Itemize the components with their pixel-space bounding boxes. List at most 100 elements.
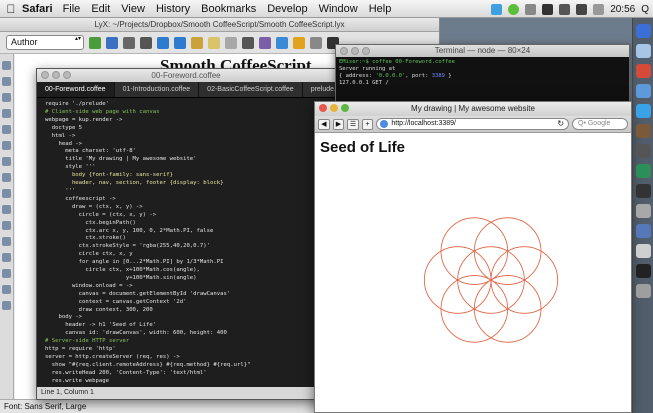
dock-app-icon[interactable] bbox=[636, 124, 651, 138]
sidebar-tool-icon[interactable] bbox=[2, 189, 11, 198]
minimize-icon[interactable] bbox=[52, 71, 60, 79]
dock-app-icon[interactable] bbox=[636, 264, 651, 278]
dock-app-icon[interactable] bbox=[636, 184, 651, 198]
find-icon[interactable] bbox=[242, 36, 254, 49]
close-icon[interactable] bbox=[41, 71, 49, 79]
menu-edit[interactable]: Edit bbox=[91, 3, 110, 15]
zoom-icon[interactable] bbox=[63, 71, 71, 79]
menu-app-name[interactable]: Safari bbox=[22, 3, 53, 15]
lyx-titlebar[interactable]: LyX: ~/Projects/Dropbox/Smooth CoffeeScr… bbox=[0, 18, 439, 32]
sidebar-tool-icon[interactable] bbox=[2, 77, 11, 86]
close-icon[interactable] bbox=[319, 104, 327, 112]
code-line: canvas id: 'drawCanvas', width: 600, hei… bbox=[45, 330, 227, 337]
open-folder-icon[interactable] bbox=[106, 36, 118, 49]
volume-icon[interactable] bbox=[576, 3, 588, 15]
dock-app-icon[interactable] bbox=[636, 44, 651, 58]
sidebar-tool-icon[interactable] bbox=[2, 285, 11, 294]
sidebar-tool-icon[interactable] bbox=[2, 93, 11, 102]
code-line: header -> h1 'Seed of Life' bbox=[45, 322, 157, 329]
search-input[interactable]: Q• Google bbox=[572, 118, 628, 130]
sidebar-tool-icon[interactable] bbox=[2, 61, 11, 70]
dock-app-icon[interactable] bbox=[636, 64, 651, 78]
terminal-title: Terminal — node — 80×24 bbox=[434, 46, 531, 55]
terminal-output[interactable]: EMiser:~$ coffee 00-Foreword.coffee Serv… bbox=[336, 57, 629, 89]
sidebar-tool-icon[interactable] bbox=[2, 221, 11, 230]
zoom-icon[interactable] bbox=[362, 47, 370, 55]
sync-icon[interactable] bbox=[508, 3, 520, 15]
battery-icon[interactable] bbox=[593, 3, 605, 15]
tab-introduction[interactable]: 01-Introduction.coffee bbox=[115, 82, 200, 97]
new-document-icon[interactable] bbox=[89, 36, 101, 49]
terminal-titlebar[interactable]: Terminal — node — 80×24 bbox=[336, 45, 629, 57]
menu-help[interactable]: Help bbox=[369, 3, 392, 15]
menu-bookmarks[interactable]: Bookmarks bbox=[201, 3, 256, 15]
spellcheck-icon[interactable] bbox=[259, 36, 271, 49]
menu-history[interactable]: History bbox=[156, 3, 190, 15]
editor-status-bar: Line 1, Column 1 bbox=[37, 387, 335, 399]
dock-app-icon[interactable] bbox=[636, 144, 651, 158]
sidebar-tool-icon[interactable] bbox=[2, 205, 11, 214]
menu-develop[interactable]: Develop bbox=[267, 3, 307, 15]
editor-titlebar[interactable]: 00-Foreword.coffee bbox=[37, 69, 335, 82]
time-machine-icon[interactable] bbox=[525, 3, 537, 15]
code-line: ''' bbox=[45, 187, 76, 194]
sidebar-tool-icon[interactable] bbox=[2, 173, 11, 182]
print-icon[interactable] bbox=[140, 36, 152, 49]
warning-icon[interactable] bbox=[293, 36, 305, 49]
dock-app-icon[interactable] bbox=[636, 164, 651, 178]
clock[interactable]: 20:56 bbox=[610, 4, 635, 15]
save-icon[interactable] bbox=[123, 36, 135, 49]
bluetooth-icon[interactable] bbox=[542, 3, 554, 15]
code-line: res.writeHead 200, 'Content-Type': 'text… bbox=[45, 369, 207, 376]
back-button[interactable]: ◀ bbox=[318, 118, 330, 130]
sidebar-tool-icon[interactable] bbox=[2, 237, 11, 246]
window-controls bbox=[41, 71, 71, 79]
address-bar[interactable]: http://localhost:3389/ ↻ bbox=[376, 118, 570, 130]
code-line: webpage = kup.render -> bbox=[45, 116, 123, 123]
browser-titlebar[interactable]: My drawing | My awesome website bbox=[315, 102, 631, 116]
forward-button[interactable]: ▶ bbox=[332, 118, 345, 130]
sidebar-tool-icon[interactable] bbox=[2, 109, 11, 118]
trash-icon[interactable] bbox=[636, 284, 651, 298]
undo-icon[interactable] bbox=[157, 36, 169, 49]
paste-icon[interactable] bbox=[225, 36, 237, 49]
reader-list-icon[interactable]: ☰ bbox=[347, 118, 359, 130]
tab-foreword[interactable]: 00-Foreword.coffee bbox=[37, 82, 115, 97]
reload-icon[interactable]: ↻ bbox=[557, 119, 564, 129]
font-icon[interactable] bbox=[310, 36, 322, 49]
bookmark-icon[interactable] bbox=[276, 36, 288, 49]
zoom-icon[interactable] bbox=[341, 104, 349, 112]
sidebar-tool-icon[interactable] bbox=[2, 157, 11, 166]
minimize-icon[interactable] bbox=[330, 104, 338, 112]
dock-app-icon[interactable] bbox=[636, 84, 651, 98]
code-line: server = http.createServer (req, res) -> bbox=[45, 354, 180, 360]
sidebar-tool-icon[interactable] bbox=[2, 141, 11, 150]
terminal-line: , port: bbox=[405, 73, 432, 79]
paragraph-style-select[interactable]: Author bbox=[6, 35, 84, 50]
dock-app-icon[interactable] bbox=[636, 104, 651, 118]
sidebar-tool-icon[interactable] bbox=[2, 253, 11, 262]
spotlight-icon[interactable]: Q bbox=[641, 4, 649, 15]
dock-app-icon[interactable] bbox=[636, 244, 651, 258]
tab-basic-coffeescript[interactable]: 02-BasicCoffeeScript.coffee bbox=[199, 82, 303, 97]
cut-icon[interactable] bbox=[191, 36, 203, 49]
menu-window[interactable]: Window bbox=[319, 3, 358, 15]
menu-file[interactable]: File bbox=[63, 3, 81, 15]
sidebar-tool-icon[interactable] bbox=[2, 125, 11, 134]
terminal-line: Server running at bbox=[339, 66, 396, 72]
wifi-icon[interactable] bbox=[559, 3, 571, 15]
dock-app-icon[interactable] bbox=[636, 24, 651, 38]
copy-icon[interactable] bbox=[208, 36, 220, 49]
minimize-icon[interactable] bbox=[351, 47, 359, 55]
redo-icon[interactable] bbox=[174, 36, 186, 49]
menu-view[interactable]: View bbox=[121, 3, 145, 15]
close-icon[interactable] bbox=[340, 47, 348, 55]
sidebar-tool-icon[interactable] bbox=[2, 269, 11, 278]
apple-menu-icon[interactable]:  bbox=[0, 2, 22, 16]
code-text-area[interactable]: require './prelude' # Client-side web pag… bbox=[37, 98, 335, 386]
dock-app-icon[interactable] bbox=[636, 224, 651, 238]
add-bookmark-icon[interactable]: + bbox=[361, 118, 374, 130]
dropbox-icon[interactable] bbox=[491, 3, 503, 15]
dock-app-icon[interactable] bbox=[636, 204, 651, 218]
sidebar-tool-icon[interactable] bbox=[2, 301, 11, 310]
